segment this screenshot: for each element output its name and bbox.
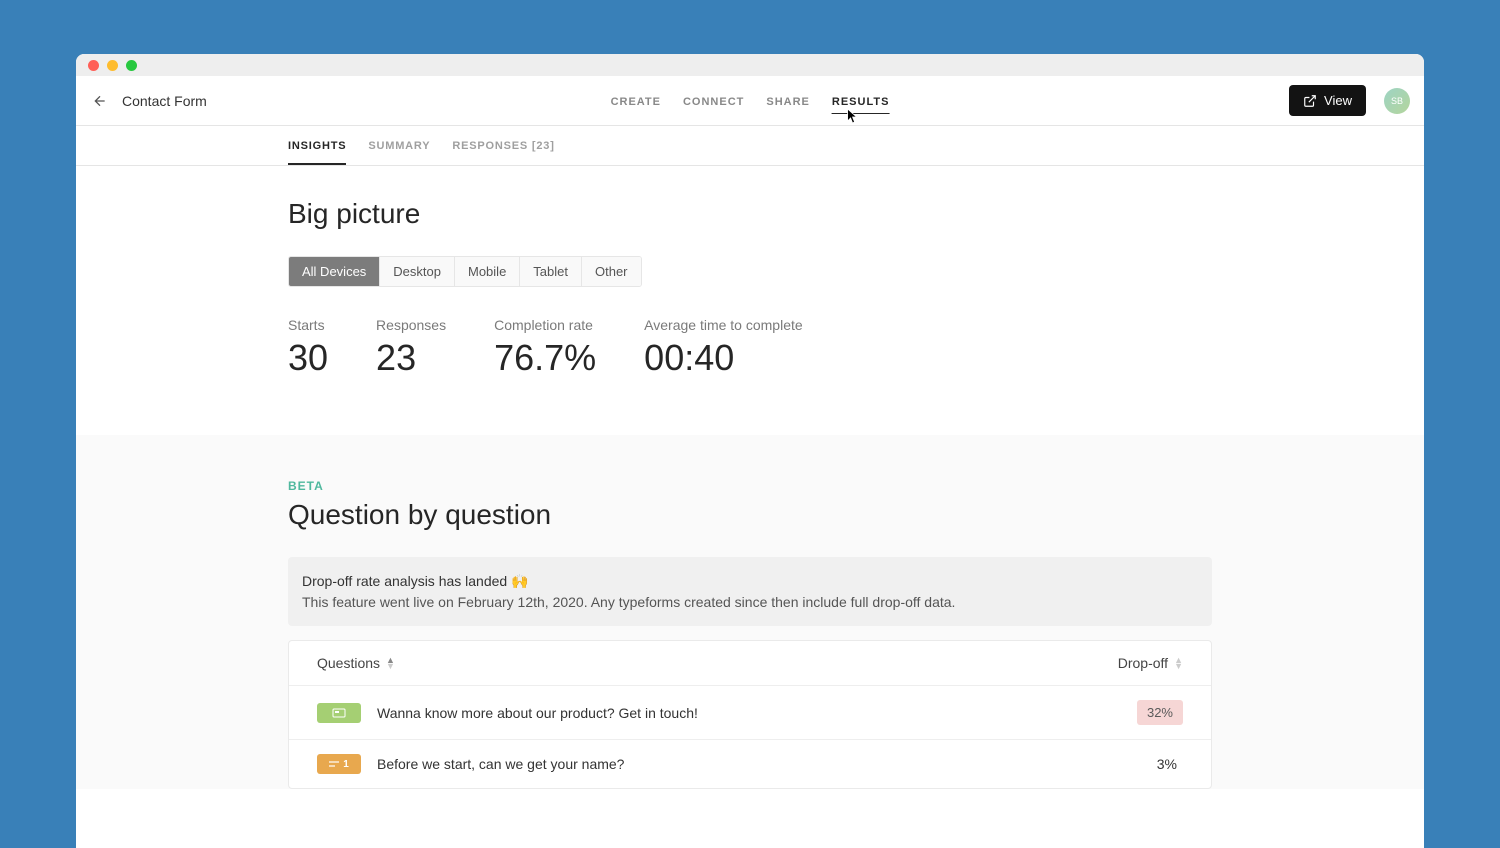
main-nav: CREATE CONNECT SHARE RESULTS bbox=[611, 78, 890, 124]
welcome-screen-icon bbox=[332, 708, 346, 718]
stat-label: Responses bbox=[376, 317, 446, 333]
qbq-title: Question by question bbox=[288, 499, 1212, 531]
dropoff-value: 3% bbox=[1157, 756, 1183, 772]
question-by-question-section: BETA Question by question Drop-off rate … bbox=[76, 435, 1424, 789]
question-text: Before we start, can we get your name? bbox=[377, 756, 1157, 772]
question-type-tile: 1 bbox=[317, 754, 361, 774]
device-mobile[interactable]: Mobile bbox=[455, 257, 520, 286]
tab-summary[interactable]: SUMMARY bbox=[368, 126, 430, 165]
beta-badge: BETA bbox=[288, 479, 1212, 493]
nav-results[interactable]: RESULTS bbox=[832, 78, 890, 124]
content-scroll[interactable]: Big picture All Devices Desktop Mobile T… bbox=[76, 166, 1424, 848]
app-window: Contact Form CREATE CONNECT SHARE RESULT… bbox=[76, 54, 1424, 848]
back-button[interactable] bbox=[86, 87, 114, 115]
avatar-initials: SB bbox=[1391, 96, 1403, 106]
table-row[interactable]: 1 Before we start, can we get your name?… bbox=[289, 740, 1211, 788]
external-link-icon bbox=[1303, 94, 1317, 108]
sort-icon: ▲▼ bbox=[386, 657, 395, 670]
notice-title: Drop-off rate analysis has landed 🙌 bbox=[302, 573, 1198, 590]
window-minimize[interactable] bbox=[107, 60, 118, 71]
nav-create[interactable]: CREATE bbox=[611, 78, 661, 124]
view-button[interactable]: View bbox=[1289, 85, 1366, 116]
device-other[interactable]: Other bbox=[582, 257, 641, 286]
big-picture-section: Big picture All Devices Desktop Mobile T… bbox=[76, 166, 1424, 435]
stat-label: Completion rate bbox=[494, 317, 596, 333]
column-label: Drop-off bbox=[1118, 655, 1168, 671]
tab-responses[interactable]: RESPONSES [23] bbox=[452, 126, 554, 165]
device-tablet[interactable]: Tablet bbox=[520, 257, 582, 286]
nav-share[interactable]: SHARE bbox=[766, 78, 810, 124]
form-title: Contact Form bbox=[122, 93, 207, 109]
stat-starts: Starts 30 bbox=[288, 317, 328, 379]
header-bar: Contact Form CREATE CONNECT SHARE RESULT… bbox=[76, 76, 1424, 126]
stat-responses: Responses 23 bbox=[376, 317, 446, 379]
stat-value: 76.7% bbox=[494, 337, 596, 379]
avatar[interactable]: SB bbox=[1384, 88, 1410, 114]
stat-value: 00:40 bbox=[644, 337, 803, 379]
column-label: Questions bbox=[317, 655, 380, 671]
questions-table: Questions ▲▼ Drop-off ▲▼ Wanna know more… bbox=[288, 640, 1212, 789]
column-questions[interactable]: Questions ▲▼ bbox=[317, 655, 1118, 671]
tab-insights[interactable]: INSIGHTS bbox=[288, 126, 346, 165]
big-picture-title: Big picture bbox=[288, 198, 1212, 230]
device-filter: All Devices Desktop Mobile Tablet Other bbox=[288, 256, 642, 287]
tile-number: 1 bbox=[343, 759, 349, 770]
header-right: View SB bbox=[1289, 85, 1410, 116]
view-button-label: View bbox=[1324, 93, 1352, 108]
table-head: Questions ▲▼ Drop-off ▲▼ bbox=[289, 641, 1211, 686]
nav-connect[interactable]: CONNECT bbox=[683, 78, 744, 124]
stat-avgtime: Average time to complete 00:40 bbox=[644, 317, 803, 379]
short-text-icon bbox=[329, 760, 339, 768]
stat-value: 30 bbox=[288, 337, 328, 379]
table-row[interactable]: Wanna know more about our product? Get i… bbox=[289, 686, 1211, 740]
question-text: Wanna know more about our product? Get i… bbox=[377, 705, 1137, 721]
dropoff-value: 32% bbox=[1137, 700, 1183, 725]
stat-label: Average time to complete bbox=[644, 317, 803, 333]
stat-completion: Completion rate 76.7% bbox=[494, 317, 596, 379]
device-desktop[interactable]: Desktop bbox=[380, 257, 455, 286]
arrow-left-icon bbox=[92, 93, 108, 109]
notice-body: This feature went live on February 12th,… bbox=[302, 594, 1198, 610]
device-all[interactable]: All Devices bbox=[289, 257, 380, 286]
stats-row: Starts 30 Responses 23 Completion rate 7… bbox=[288, 317, 1212, 379]
question-type-tile bbox=[317, 703, 361, 723]
dropoff-notice: Drop-off rate analysis has landed 🙌 This… bbox=[288, 557, 1212, 626]
stat-label: Starts bbox=[288, 317, 328, 333]
stat-value: 23 bbox=[376, 337, 446, 379]
sub-tabs: INSIGHTS SUMMARY RESPONSES [23] bbox=[76, 126, 1424, 166]
window-close[interactable] bbox=[88, 60, 99, 71]
sort-icon: ▲▼ bbox=[1174, 657, 1183, 670]
window-zoom[interactable] bbox=[126, 60, 137, 71]
mac-titlebar bbox=[76, 54, 1424, 76]
column-dropoff[interactable]: Drop-off ▲▼ bbox=[1118, 655, 1183, 671]
